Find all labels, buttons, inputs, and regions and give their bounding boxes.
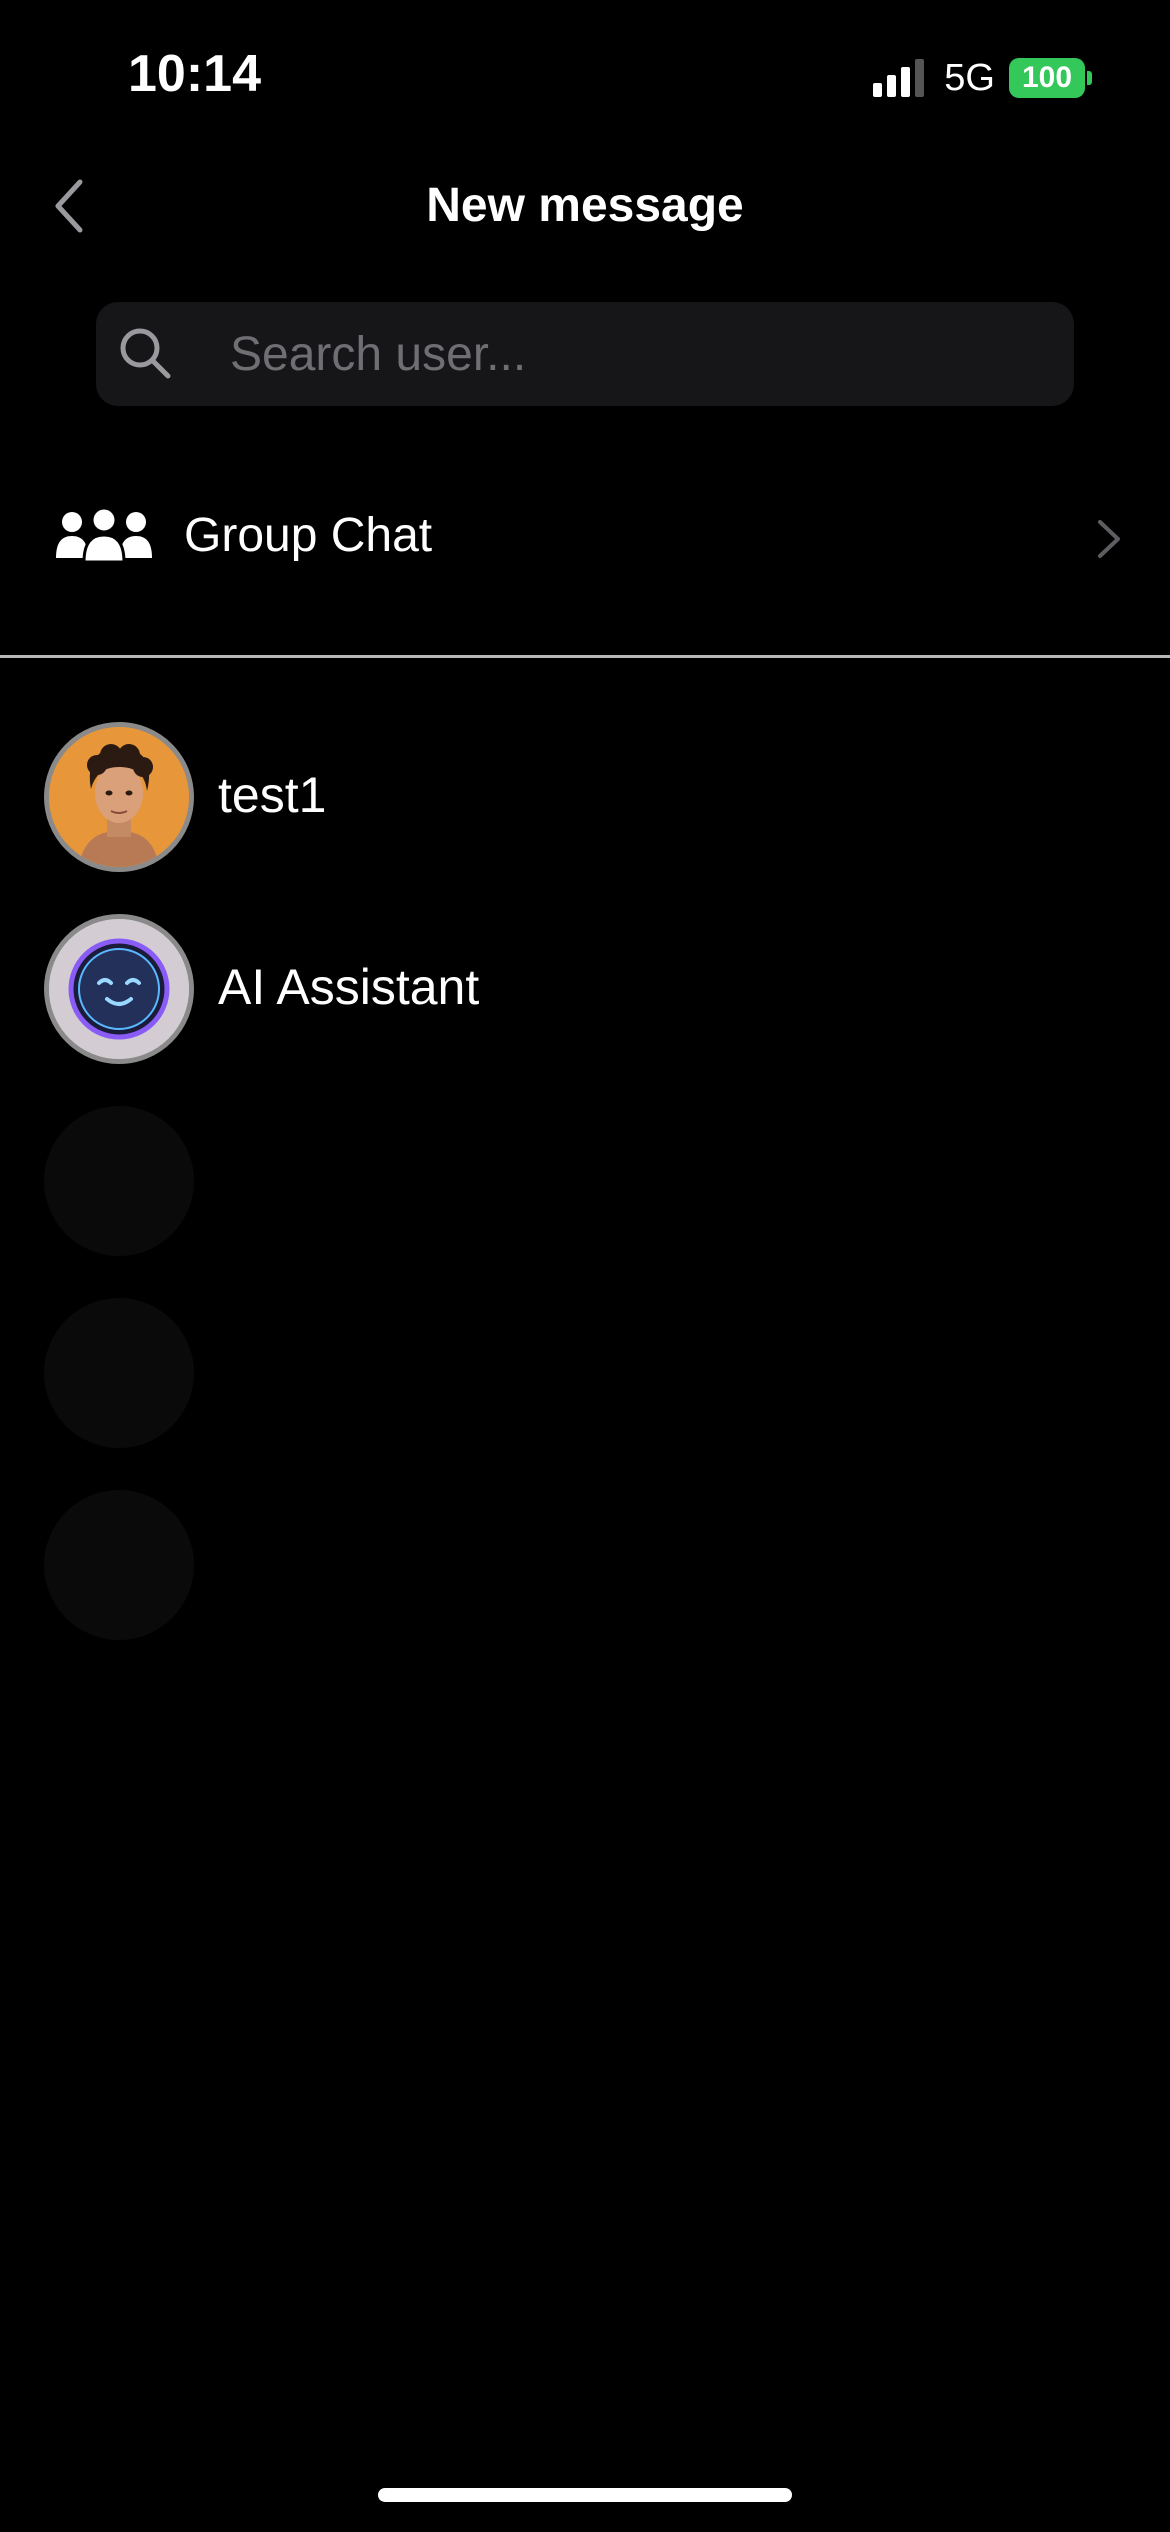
signal-strength-icon (873, 59, 925, 97)
placeholder-avatar (44, 1490, 194, 1640)
robot-avatar (44, 914, 194, 1064)
chevron-right-icon (1098, 520, 1120, 558)
faded-contact-row (0, 1290, 1170, 1450)
network-type: 5G (944, 56, 995, 99)
contact-name: test1 (218, 767, 327, 823)
section-divider (0, 655, 1170, 658)
group-chat-label: Group Chat (184, 509, 433, 562)
page-title: New message (426, 179, 744, 232)
navigation-bar: New message (0, 160, 1170, 250)
status-time: 10:14 (128, 45, 261, 103)
group-icon (56, 506, 152, 564)
group-chat-row[interactable]: Group Chat (0, 470, 1170, 606)
contact-name: AI Assistant (218, 959, 480, 1015)
search-bar[interactable] (96, 302, 1074, 406)
faded-contact-row (0, 1098, 1170, 1258)
faded-contact-row (0, 1482, 1170, 1642)
status-indicators: 5G 100 (873, 56, 1092, 100)
battery-level: 100 (1009, 58, 1085, 98)
status-bar: 10:14 5G 100 (0, 0, 1170, 150)
search-icon (120, 328, 171, 379)
portrait-avatar (44, 722, 194, 872)
contact-row-test1[interactable]: test1 (0, 714, 1170, 874)
placeholder-avatar (44, 1106, 194, 1256)
search-input[interactable] (230, 302, 1050, 406)
home-indicator[interactable] (378, 2488, 792, 2502)
contact-row-ai-assistant[interactable]: AI Assistant (0, 906, 1170, 1066)
placeholder-avatar (44, 1298, 194, 1448)
battery-icon: 100 (1009, 58, 1092, 98)
